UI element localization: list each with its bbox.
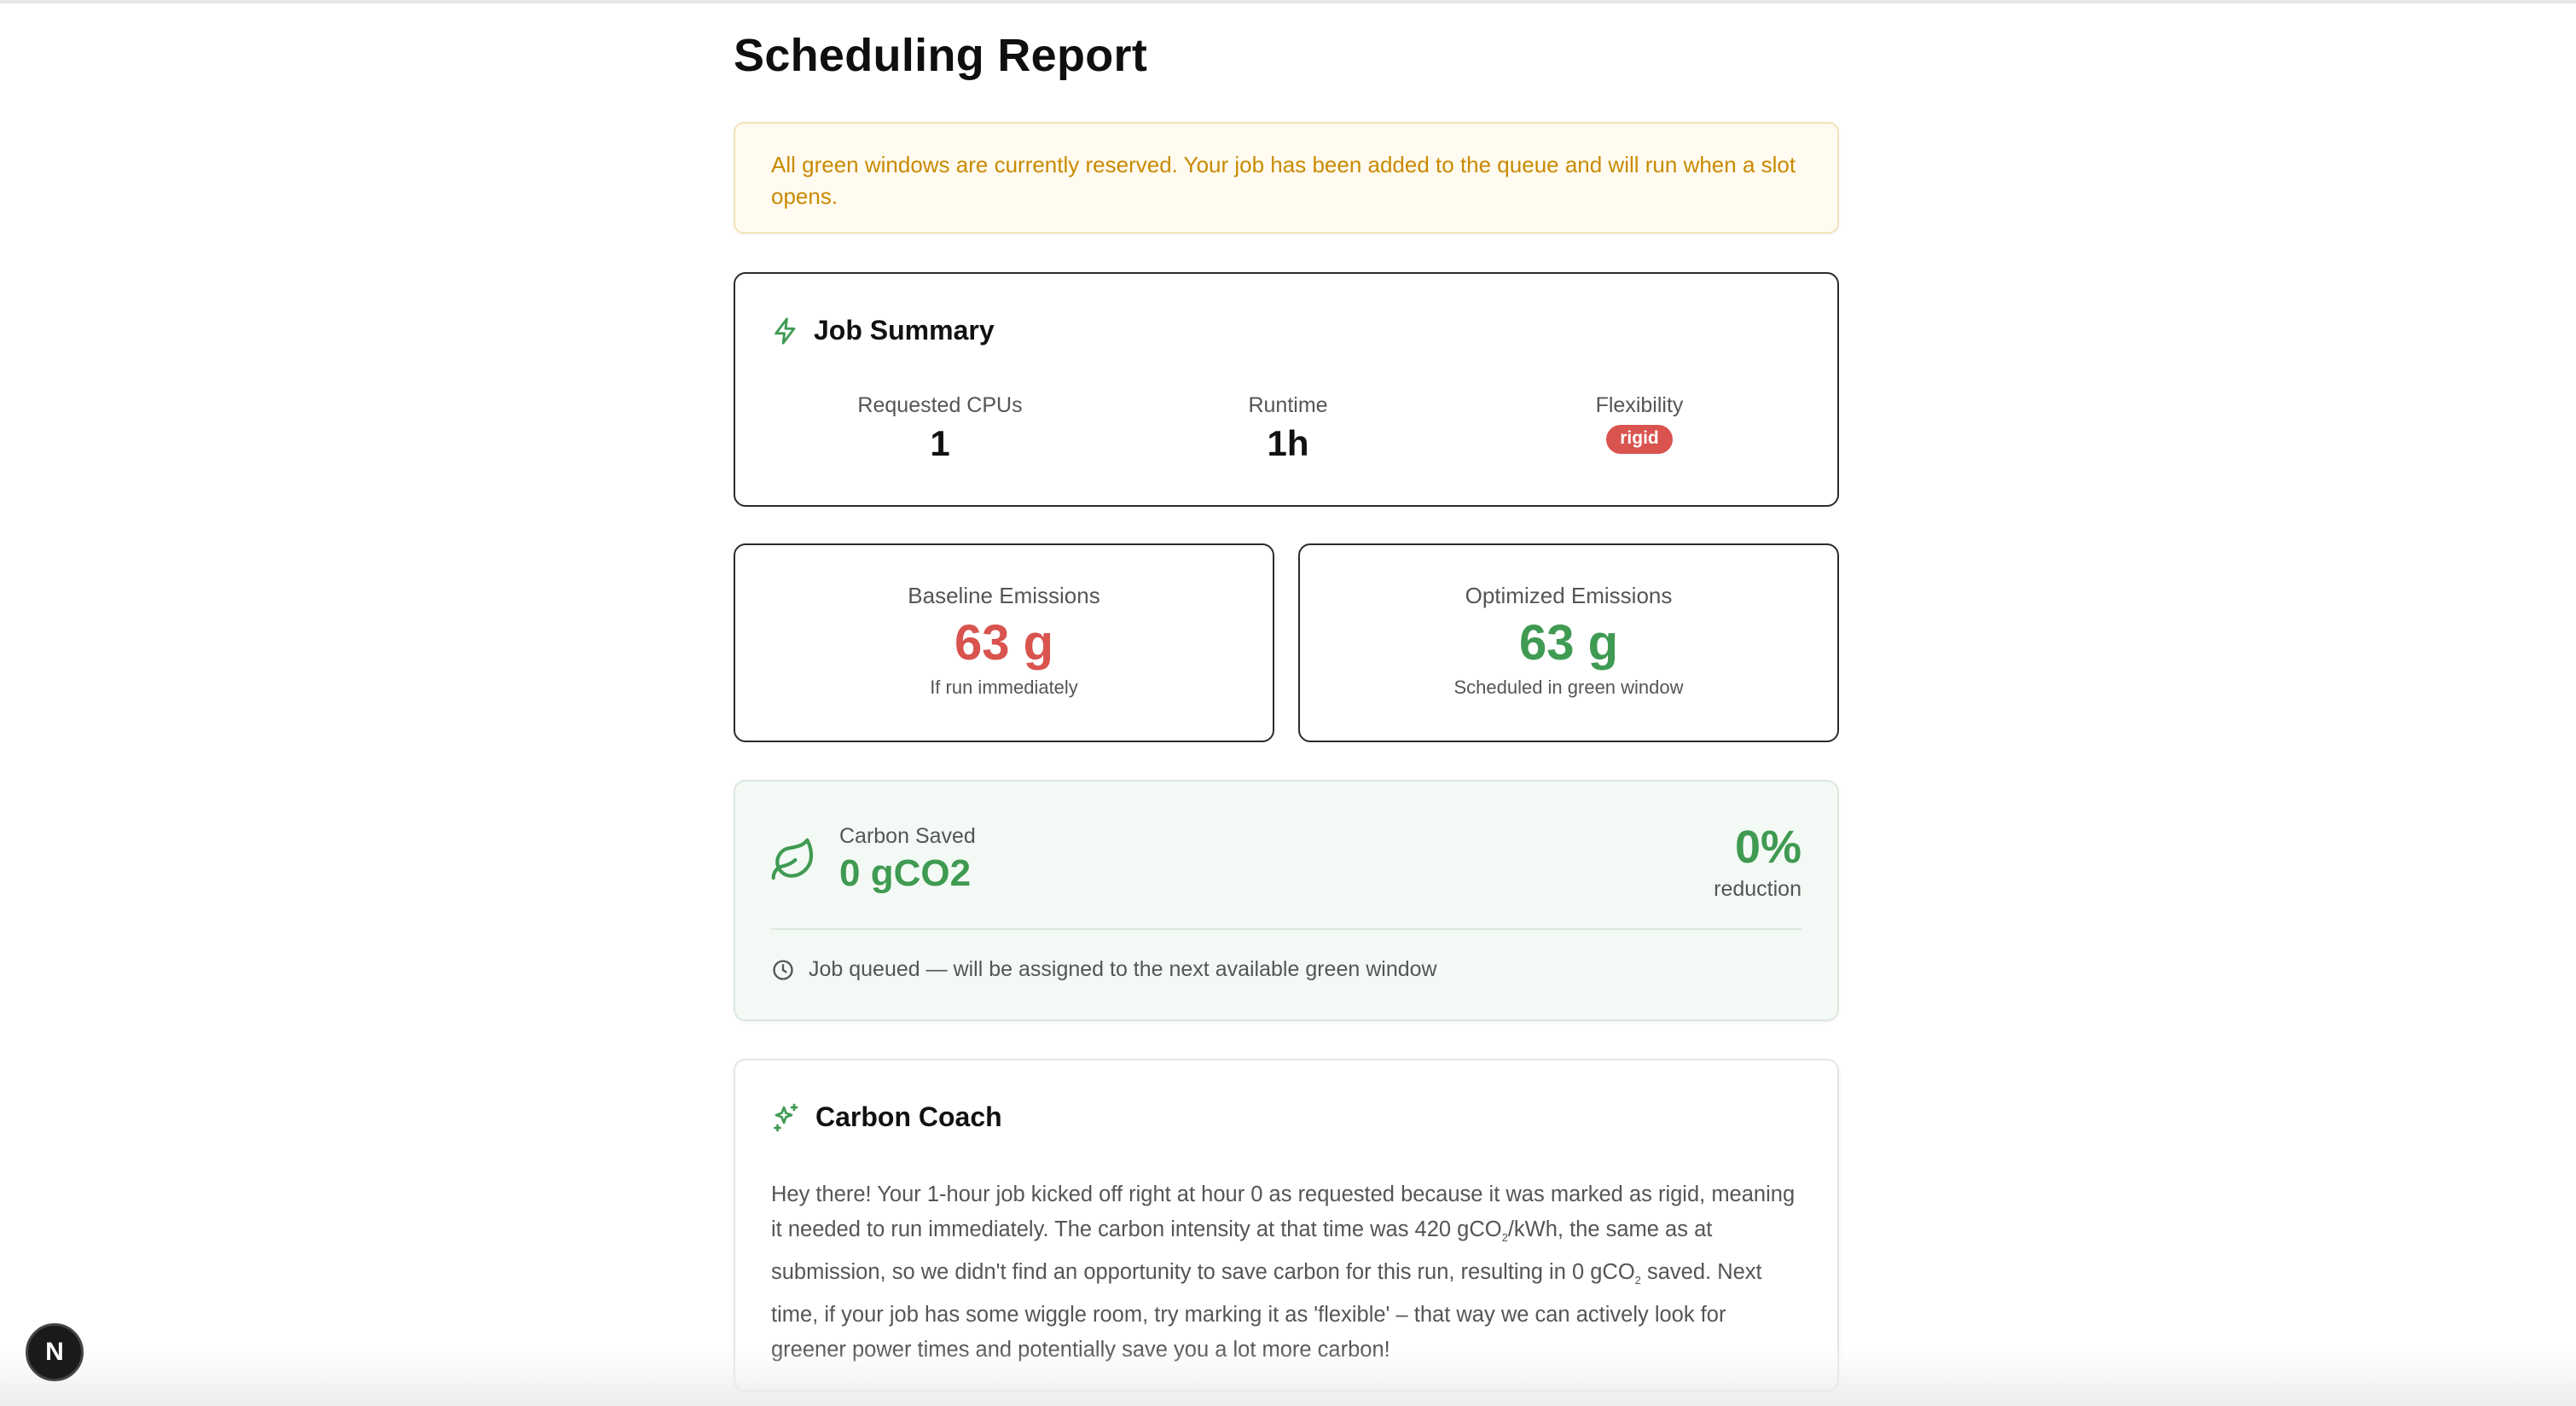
job-summary-title: Job Summary: [814, 315, 995, 346]
page-title: Scheduling Report: [734, 30, 1148, 81]
runtime-label: Runtime: [1248, 393, 1328, 417]
job-summary-card: Job Summary Requested CPUs 1 Runtime 1h …: [734, 272, 1839, 507]
optimized-value: 63 g: [1518, 615, 1619, 671]
flexibility-label: Flexibility: [1595, 393, 1684, 417]
optimized-emissions-card: Optimized Emissions 63 g Scheduled in gr…: [1298, 543, 1839, 742]
runtime-value: 1h: [1267, 423, 1309, 463]
devtools-label: N: [45, 1338, 64, 1366]
reduction-label: reduction: [1714, 877, 1801, 901]
queue-alert: All green windows are currently reserved…: [734, 122, 1839, 234]
leaf-icon: [769, 836, 817, 888]
baseline-emissions-card: Baseline Emissions 63 g If run immediate…: [734, 543, 1274, 742]
optimized-sub: Scheduled in green window: [1453, 677, 1684, 698]
alert-message: All green windows are currently reserved…: [771, 152, 1796, 209]
optimized-label: Optimized Emissions: [1465, 583, 1673, 608]
lightning-icon: [771, 317, 800, 346]
requested-cpus-stat: Requested CPUs 1: [812, 393, 1068, 464]
coach-message: Hey there! Your 1-hour job kicked off ri…: [771, 1177, 1803, 1368]
job-summary-header: Job Summary: [771, 315, 995, 346]
baseline-sub: If run immediately: [930, 677, 1078, 698]
runtime-stat: Runtime 1h: [1160, 393, 1416, 464]
flexibility-stat: Flexibility rigid: [1511, 393, 1767, 454]
reduction-percent: 0%: [1734, 822, 1801, 873]
carbon-saved-label: Carbon Saved: [839, 824, 976, 848]
top-border: [0, 0, 2576, 3]
sparkles-icon: [771, 1102, 802, 1133]
carbon-coach-card: Carbon Coach Hey there! Your 1-hour job …: [734, 1059, 1839, 1391]
carbon-saved-value: 0 gCO2: [839, 852, 972, 894]
flexibility-badge: rigid: [1606, 425, 1673, 454]
queue-status-text: Job queued — will be assigned to the nex…: [809, 957, 1437, 981]
carbon-coach-title: Carbon Coach: [815, 1101, 1002, 1132]
requested-cpus-value: 1: [930, 423, 950, 463]
devtools-button[interactable]: N: [26, 1323, 84, 1381]
clock-icon: [771, 958, 795, 982]
queue-status: Job queued — will be assigned to the nex…: [771, 957, 1437, 982]
divider: [771, 928, 1801, 930]
baseline-value: 63 g: [954, 615, 1054, 671]
baseline-label: Baseline Emissions: [908, 583, 1100, 608]
coach-subscript-1: 2: [1501, 1231, 1508, 1245]
carbon-saved-card: Carbon Saved 0 gCO2 0% reduction Job que…: [734, 780, 1839, 1021]
requested-cpus-label: Requested CPUs: [857, 393, 1023, 417]
carbon-coach-header: Carbon Coach: [771, 1101, 1002, 1133]
coach-subscript-2: 2: [1634, 1274, 1641, 1287]
